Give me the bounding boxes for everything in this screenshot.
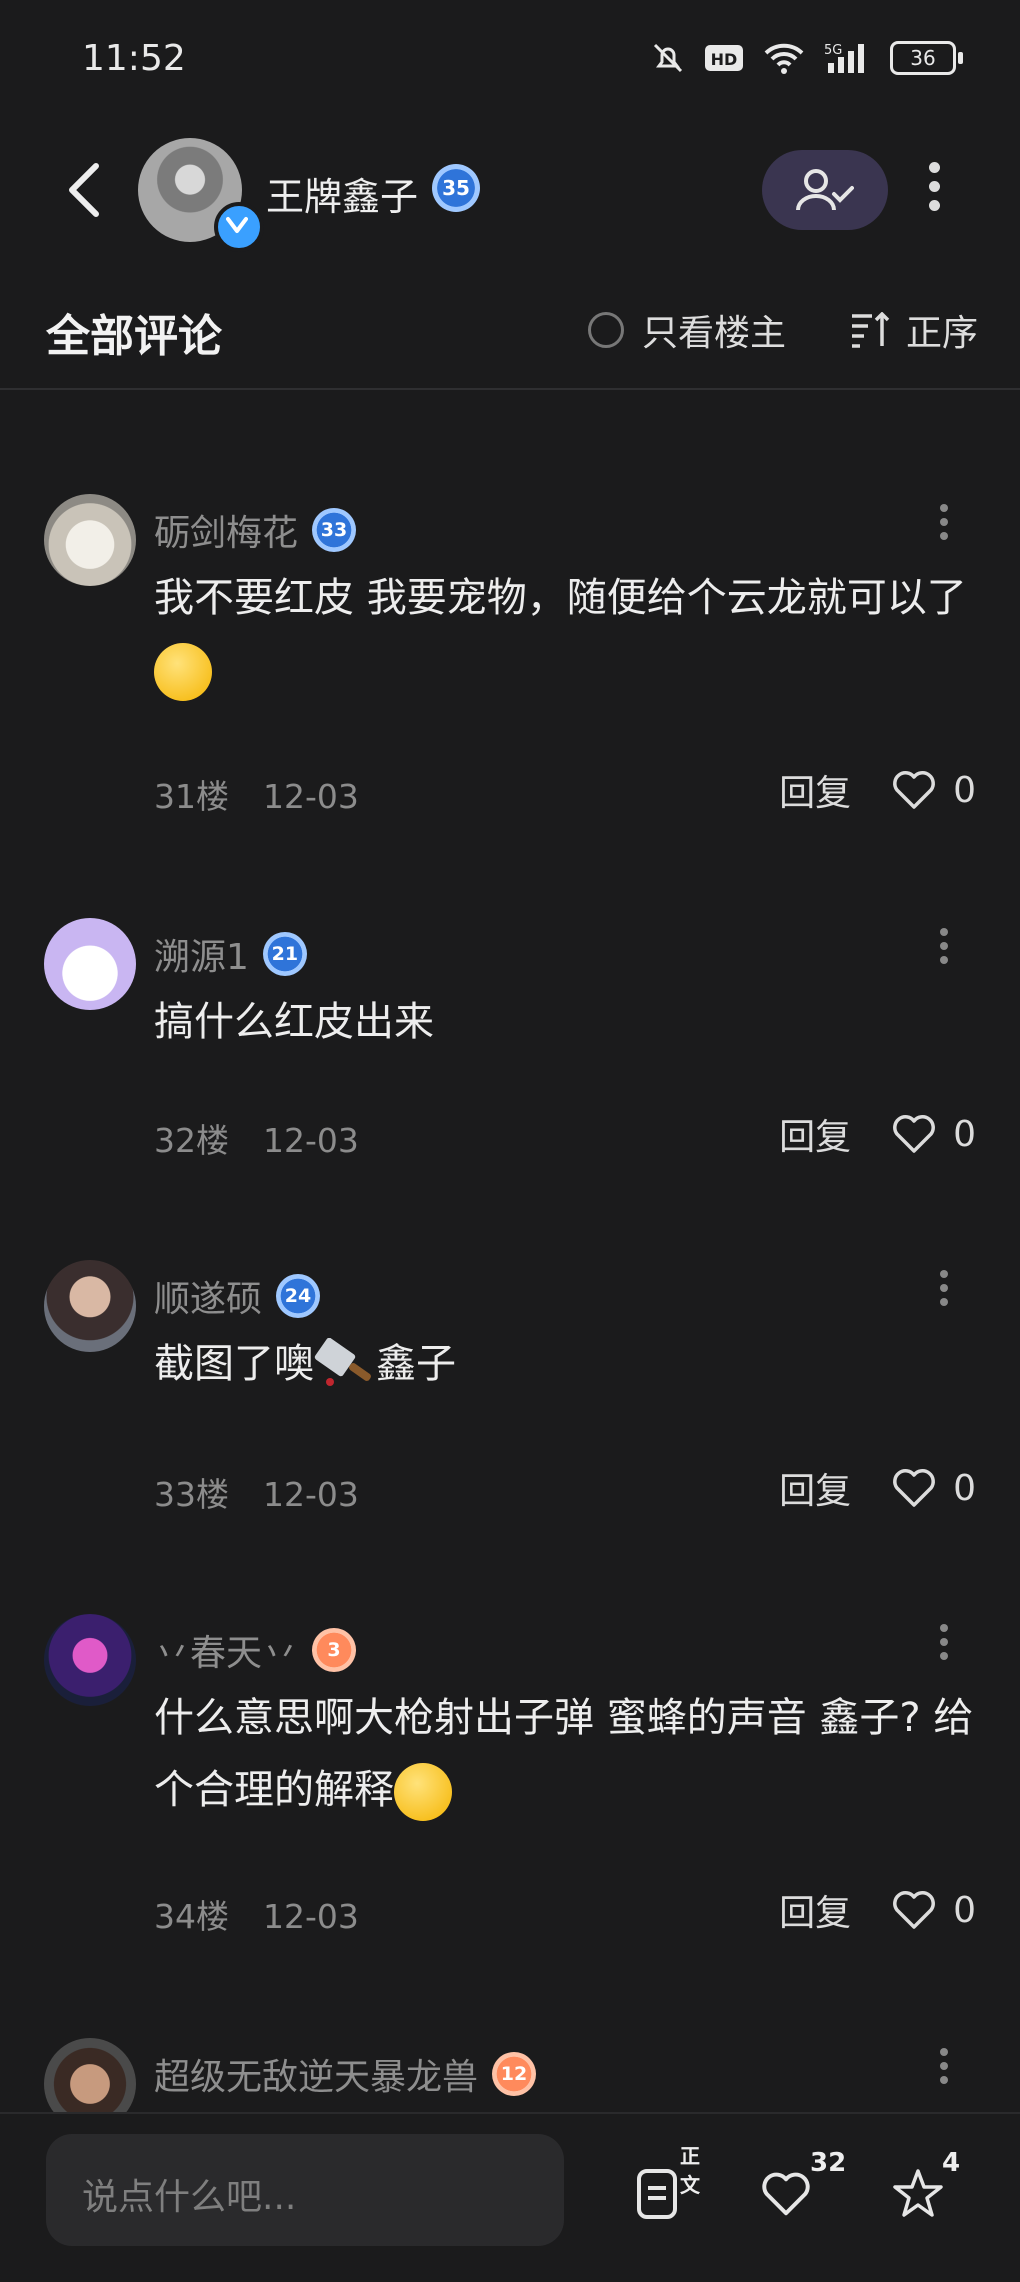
post-header: 王牌鑫子 35 bbox=[0, 130, 1020, 252]
like-button[interactable]: 0 bbox=[891, 1467, 976, 1509]
comment-menu-icon[interactable] bbox=[938, 2048, 950, 2090]
reply-button[interactable]: 回复 bbox=[779, 1108, 851, 1160]
comment-actions: 回复 0 bbox=[779, 1462, 976, 1514]
comment-meta: 34楼 12-03 bbox=[154, 1897, 359, 1936]
sort-label: 正序 bbox=[906, 313, 979, 354]
cleaver-emoji-icon bbox=[314, 1337, 371, 1386]
level-badge: 35 bbox=[432, 164, 480, 212]
level-badge: 12 bbox=[492, 2052, 537, 2096]
commenter-avatar[interactable] bbox=[44, 494, 136, 586]
commenter-name[interactable]: 溯源1 21 bbox=[154, 928, 307, 980]
heart-icon bbox=[893, 771, 936, 809]
level-badge: 24 bbox=[276, 1274, 321, 1318]
comment-text: 什么意思啊大枪射出子弹 蜜蜂的声音 鑫子? 给个合理的解释 bbox=[154, 1682, 974, 1826]
comment-input[interactable]: 说点什么吧... bbox=[46, 2134, 564, 2246]
like-count: 32 bbox=[810, 2148, 847, 2178]
comment-text: 截图了噢 鑫子 bbox=[154, 1328, 974, 1400]
radio-icon bbox=[588, 312, 624, 348]
like-button[interactable]: 0 bbox=[891, 1113, 976, 1155]
reply-button[interactable]: 回复 bbox=[779, 1462, 851, 1514]
svg-text:HD: HD bbox=[711, 50, 738, 69]
commenter-name[interactable]: 砺剑梅花 33 bbox=[154, 504, 357, 556]
more-options-icon[interactable] bbox=[920, 162, 948, 222]
comment-actions: 回复 0 bbox=[779, 764, 976, 816]
back-arrow-icon[interactable] bbox=[60, 160, 110, 220]
level-badge: 33 bbox=[312, 508, 357, 552]
reply-button[interactable]: 回复 bbox=[779, 1884, 851, 1936]
hd-icon: HD bbox=[705, 45, 743, 71]
commenter-avatar[interactable] bbox=[44, 1614, 136, 1706]
signal-5g-icon: 5G bbox=[824, 43, 864, 73]
article-button[interactable]: 正文 bbox=[636, 2144, 700, 2228]
comment-meta: 32楼 12-03 bbox=[154, 1121, 359, 1160]
comment-actions: 回复 0 bbox=[779, 1884, 976, 1936]
comment-actions: 回复 0 bbox=[779, 1108, 976, 1160]
svg-text:5G: 5G bbox=[824, 43, 842, 58]
favorite-button[interactable]: 4 bbox=[892, 2148, 960, 2224]
status-icons: HD 5G 36 bbox=[650, 40, 963, 76]
only-op-label: 只看楼主 bbox=[642, 313, 787, 354]
clock: 11:52 bbox=[82, 38, 186, 79]
commenter-avatar[interactable] bbox=[44, 1260, 136, 1352]
comment-menu-icon[interactable] bbox=[938, 1624, 950, 1666]
comment-menu-icon[interactable] bbox=[938, 504, 950, 546]
star-icon bbox=[893, 2169, 943, 2217]
heart-icon bbox=[893, 1115, 936, 1153]
user-check-icon bbox=[796, 169, 854, 211]
like-button[interactable]: 0 bbox=[891, 769, 976, 811]
article-label: 正文 bbox=[680, 2144, 700, 2197]
followed-button[interactable] bbox=[762, 150, 888, 230]
status-bar: 11:52 HD 5G 36 bbox=[0, 0, 1020, 120]
battery-icon: 36 bbox=[890, 41, 963, 75]
smile-emoji-icon bbox=[154, 643, 212, 701]
like-button[interactable]: 0 bbox=[891, 1889, 976, 1931]
commenter-name[interactable]: 顺遂硕 24 bbox=[154, 1270, 321, 1322]
comments-filter-bar: 全部评论 只看楼主 正序 bbox=[0, 290, 1020, 370]
bottom-action-bar: 说点什么吧... 正文 32 4 bbox=[0, 2112, 1020, 2282]
mute-bell-icon bbox=[653, 43, 683, 73]
verified-badge-icon bbox=[214, 202, 264, 252]
author-name[interactable]: 王牌鑫子 bbox=[266, 166, 418, 221]
document-icon bbox=[637, 2169, 677, 2219]
wifi-icon bbox=[764, 43, 804, 74]
divider bbox=[0, 388, 1020, 390]
heart-icon bbox=[762, 2172, 810, 2216]
all-comments-title: 全部评论 bbox=[46, 311, 222, 362]
heart-icon bbox=[893, 1469, 936, 1507]
comment-text: 我不要红皮 我要宠物，随便给个云龙就可以了 bbox=[154, 562, 974, 706]
comment-input-placeholder: 说点什么吧... bbox=[82, 2177, 297, 2218]
commenter-avatar[interactable] bbox=[44, 918, 136, 1010]
comment-menu-icon[interactable] bbox=[938, 1270, 950, 1312]
comment-menu-icon[interactable] bbox=[938, 928, 950, 970]
level-badge: 21 bbox=[262, 932, 307, 976]
favorite-count: 4 bbox=[942, 2148, 961, 2178]
only-op-toggle[interactable]: 只看楼主 bbox=[588, 304, 786, 356]
commenter-name[interactable]: 丷春天丷 3 bbox=[154, 1624, 357, 1676]
sort-icon bbox=[852, 312, 890, 348]
comment-meta: 31楼 12-03 bbox=[154, 777, 359, 816]
sort-toggle[interactable]: 正序 bbox=[850, 304, 978, 356]
post-like-button[interactable]: 32 bbox=[760, 2148, 846, 2222]
reply-button[interactable]: 回复 bbox=[779, 764, 851, 816]
thinking-emoji-icon bbox=[394, 1763, 452, 1821]
heart-icon bbox=[893, 1891, 936, 1929]
comment-meta: 33楼 12-03 bbox=[154, 1475, 359, 1514]
level-badge: 3 bbox=[312, 1628, 357, 1672]
commenter-name[interactable]: 超级无敌逆天暴龙兽 12 bbox=[154, 2048, 537, 2100]
comment-text: 搞什么红皮出来 bbox=[154, 999, 434, 1045]
